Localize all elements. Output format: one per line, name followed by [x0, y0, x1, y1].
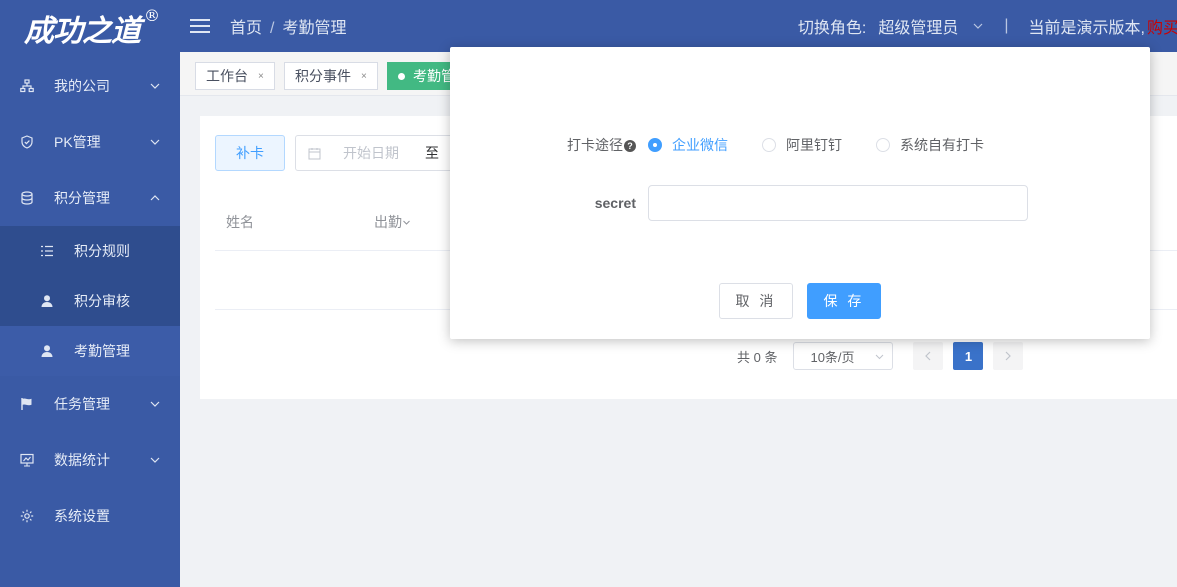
breadcrumb-home[interactable]: 首页 [230, 20, 262, 37]
header-divider: | [1004, 17, 1009, 34]
save-button[interactable]: 保 存 [807, 283, 881, 319]
sidebar-item-label: 我的公司 [54, 78, 110, 94]
sidebar-item-points-rules[interactable]: 积分规则 [0, 226, 180, 276]
sidebar-item-attendance[interactable]: 考勤管理 [0, 326, 180, 376]
sidebar-item-label: 考勤管理 [74, 343, 130, 359]
logo[interactable]: 成功之道 ® [0, 0, 180, 55]
close-icon[interactable]: × [361, 71, 367, 82]
list-icon [40, 244, 54, 258]
chevron-left-icon [925, 351, 931, 361]
flag-icon [20, 397, 34, 411]
buka-button[interactable]: 补卡 [215, 135, 285, 171]
sidebar-item-label: 任务管理 [54, 396, 110, 412]
chevron-up-icon [150, 195, 160, 201]
sidebar-item-label: 积分审核 [74, 293, 130, 309]
tag-label: 工作台 [206, 68, 248, 84]
secret-label: secret [594, 195, 636, 211]
date-range-separator: 至 [425, 145, 439, 161]
user-icon [40, 294, 54, 308]
next-page-button[interactable] [993, 342, 1024, 370]
calendar-icon [308, 147, 321, 159]
tag-points-events[interactable]: 积分事件 × [284, 62, 378, 90]
page-size-select[interactable]: 10条/页 [793, 342, 894, 370]
cancel-button[interactable]: 取 消 [719, 283, 793, 319]
chevron-down-icon [150, 83, 160, 89]
radio-system[interactable]: 系统自有打卡 [876, 135, 984, 155]
chevron-right-icon [1006, 351, 1012, 361]
prev-page-button[interactable] [913, 342, 944, 370]
help-icon[interactable]: ? [624, 140, 636, 152]
org-icon [20, 79, 34, 93]
secret-input[interactable] [648, 185, 1028, 221]
sidebar-item-label: PK管理 [54, 134, 101, 150]
radio-circle [876, 138, 890, 152]
chevron-down-icon [150, 401, 160, 407]
gear-icon [20, 509, 34, 523]
pagination: 共 0 条 10条/页 1 [737, 342, 1033, 370]
page-number-button[interactable]: 1 [953, 342, 984, 370]
monitor-icon [20, 453, 34, 467]
radio-label: 阿里钉钉 [786, 137, 842, 153]
shield-icon [20, 135, 34, 149]
close-icon[interactable]: × [258, 71, 264, 82]
radio-wecom[interactable]: 企业微信 [648, 135, 728, 155]
role-label: 切换角色: [797, 20, 867, 37]
breadcrumb-current: 考勤管理 [282, 20, 347, 37]
chevron-down-icon [876, 354, 884, 360]
header-right: 切换角色: 超级管理员 | 当前是演示版本, 购买正版 [798, 0, 1177, 52]
tag-dashboard[interactable]: 工作台 × [195, 62, 275, 90]
radio-label: 系统自有打卡 [900, 137, 984, 153]
sidebar-item-pk[interactable]: PK管理 [0, 114, 180, 170]
form-row-secret: secret [450, 185, 1028, 221]
date-start-input[interactable]: 开始日期 [343, 143, 399, 163]
hamburger-menu-icon[interactable] [190, 18, 212, 34]
sidebar-item-label: 积分管理 [54, 190, 110, 206]
method-label: 打卡途径? [450, 135, 648, 155]
sidebar-item-label: 系统设置 [54, 508, 110, 524]
sidebar-item-label: 积分规则 [74, 243, 130, 259]
submenu-points: 积分规则 积分审核 考勤管理 [0, 226, 180, 376]
top-header: 首页 / 考勤管理 切换角色: 超级管理员 | 当前是演示版本, 购买正版 [180, 0, 1177, 52]
page-size-value: 10条/页 [810, 349, 855, 365]
role-select[interactable]: 超级管理员 [878, 14, 958, 38]
radio-circle [762, 138, 776, 152]
database-icon [20, 191, 34, 205]
settings-dialog: 打卡途径? 企业微信 阿里钉钉 系统自有打卡 secret 取 消 保 存 [450, 47, 1150, 339]
sidebar-item-points[interactable]: 积分管理 [0, 170, 180, 226]
chevron-down-icon[interactable] [972, 20, 984, 32]
chevron-down-icon [150, 139, 160, 145]
breadcrumb-separator: / [270, 20, 275, 37]
tag-label: 考勤管 [413, 68, 455, 84]
sidebar-item-company[interactable]: 我的公司 [0, 58, 180, 114]
radio-circle [648, 138, 662, 152]
tag-label: 积分事件 [295, 68, 351, 84]
chevron-down-icon [150, 457, 160, 463]
sidebar-item-label: 数据统计 [54, 452, 110, 468]
active-dot-icon [398, 72, 405, 80]
breadcrumb: 首页 / 考勤管理 [230, 14, 346, 38]
radio-dingtalk[interactable]: 阿里钉钉 [762, 135, 842, 155]
sidebar-item-settings[interactable]: 系统设置 [0, 488, 180, 544]
buy-link[interactable]: 购买正版 [1147, 14, 1177, 38]
column-header-name: 姓名 [226, 214, 254, 230]
sidebar: 成功之道 ® 我的公司 PK管理 积分管理 积分规则 积分审核 考勤管理 任务管… [0, 0, 180, 587]
sidebar-item-tasks[interactable]: 任务管理 [0, 376, 180, 432]
form-row-method: 打卡途径? 企业微信 阿里钉钉 系统自有打卡 [450, 135, 1018, 155]
logo-text: 成功之道 ® [24, 5, 160, 49]
sort-chevron-icon [403, 220, 410, 225]
sidebar-item-stats[interactable]: 数据统计 [0, 432, 180, 488]
pager-total: 共 0 条 [737, 349, 778, 365]
demo-notice: 当前是演示版本, [1028, 20, 1145, 37]
sidebar-item-points-audit[interactable]: 积分审核 [0, 276, 180, 326]
radio-label: 企业微信 [672, 137, 728, 153]
user-icon [40, 344, 54, 358]
column-header-attendance[interactable]: 出勤 [374, 212, 411, 232]
